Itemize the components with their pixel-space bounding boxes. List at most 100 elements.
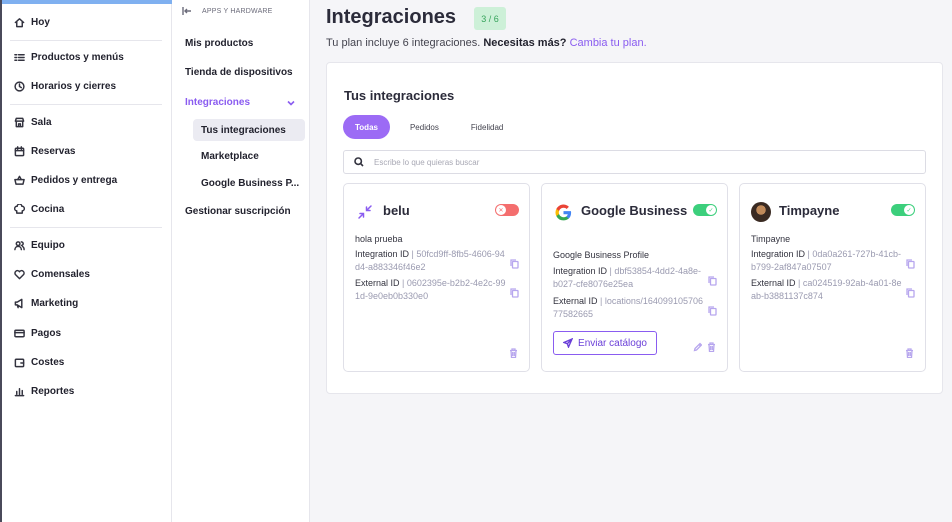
copy-icon[interactable] — [906, 285, 915, 298]
send-catalog-button[interactable]: Enviar catálogo — [553, 331, 657, 355]
sidebar-item-horarios[interactable]: Horarios y cierres — [14, 76, 116, 96]
sidebar-item-costes[interactable]: Costes — [14, 352, 64, 372]
subnav-child-google-business[interactable]: Google Business P... — [193, 172, 305, 194]
sidebar-item-label: Comensales — [31, 268, 90, 280]
subnav-item-gestionar-suscripcion[interactable]: Gestionar suscripción — [185, 206, 291, 217]
subnav-header: APPS Y HARDWARE — [182, 6, 273, 16]
enable-toggle[interactable]: ✓ — [891, 204, 915, 216]
change-plan-link[interactable]: Cambia tu plan. — [570, 37, 647, 49]
credit-card-icon — [14, 329, 25, 337]
search-input[interactable] — [374, 157, 894, 167]
sidebar-item-reportes[interactable]: Reportes — [14, 381, 74, 401]
sidebar-divider — [10, 40, 162, 41]
external-id-label: External ID — [553, 296, 598, 306]
card-title: Timpayne — [779, 203, 840, 218]
tab-todas[interactable]: Todas — [343, 115, 390, 139]
sidebar-item-marketing[interactable]: Marketing — [14, 293, 78, 313]
apps-subnav: APPS Y HARDWARE Mis productos Tienda de … — [172, 0, 310, 522]
quota-badge: 3 / 6 — [474, 7, 506, 30]
sidebar-item-label: Hoy — [31, 16, 50, 28]
search-box — [343, 150, 926, 174]
page-title: Integraciones — [326, 6, 457, 28]
tab-pedidos[interactable]: Pedidos — [398, 115, 451, 139]
clock-icon — [14, 80, 25, 92]
users-icon — [14, 240, 25, 250]
plan-info: Tu plan incluye 6 integraciones. Necesit… — [326, 37, 647, 49]
send-icon — [563, 338, 574, 348]
integration-id-label: Integration ID — [751, 249, 806, 259]
home-icon — [14, 17, 25, 27]
google-logo-icon — [553, 202, 573, 222]
wallet-icon — [14, 358, 25, 367]
collapse-sidebar-icon[interactable] — [182, 6, 192, 16]
copy-icon[interactable] — [708, 273, 717, 286]
enable-toggle[interactable]: ✕ — [495, 204, 519, 216]
integration-card-timpayne: Timpayne ✓ Timpayne Integration ID | 0da… — [739, 183, 926, 372]
external-id-row: External ID | 0602395e-b2b2-4e2c-991d-9e… — [355, 277, 507, 303]
sidebar-item-label: Costes — [31, 356, 65, 368]
integration-id-row: Integration ID | dbf53854-4dd2-4a8e-b027… — [553, 265, 705, 291]
filter-tabs: Todas Pedidos Fidelidad — [343, 115, 523, 139]
sidebar-item-productos[interactable]: Productos y menús — [14, 47, 124, 67]
subnav-header-label: APPS Y HARDWARE — [202, 7, 273, 15]
main-sidebar: Hoy Productos y menús Horarios y cierres… — [0, 0, 172, 522]
trash-icon[interactable] — [509, 345, 518, 359]
integration-id-row: Integration ID | 0da0a261-727b-41cb-b799… — [751, 248, 903, 274]
card-title: Google Business — [581, 203, 688, 218]
avatar — [751, 202, 771, 222]
sidebar-divider — [10, 227, 162, 228]
sidebar-item-label: Sala — [31, 116, 52, 128]
tab-fidelidad[interactable]: Fidelidad — [459, 115, 515, 139]
sidebar-divider — [10, 104, 162, 105]
sidebar-item-pedidos[interactable]: Pedidos y entrega — [14, 170, 117, 190]
search-icon — [354, 157, 364, 167]
timpayne-logo-icon — [751, 202, 771, 222]
sidebar-item-label: Marketing — [31, 297, 79, 309]
copy-icon[interactable] — [510, 285, 519, 298]
subnav-item-tienda[interactable]: Tienda de dispositivos — [185, 67, 293, 78]
plan-text: Tu plan incluye 6 integraciones. — [326, 37, 481, 49]
sidebar-item-label: Productos y menús — [31, 51, 124, 63]
sidebar-item-label: Reportes — [31, 385, 75, 397]
heart-icon — [14, 269, 25, 279]
subnav-item-integraciones[interactable]: Integraciones — [185, 97, 250, 108]
basket-icon — [14, 175, 25, 185]
megaphone-icon — [14, 298, 23, 308]
trash-icon[interactable] — [905, 345, 914, 359]
subnav-item-mis-productos[interactable]: Mis productos — [185, 38, 253, 49]
copy-icon[interactable] — [708, 303, 717, 316]
integration-card-google-business: Google Business ✓ Google Business Profil… — [541, 183, 728, 372]
subnav-child-tus-integraciones[interactable]: Tus integraciones — [193, 119, 305, 141]
sidebar-item-label: Horarios y cierres — [31, 80, 117, 92]
plan-question: Necesitas más? — [483, 37, 567, 49]
sidebar-item-pagos[interactable]: Pagos — [14, 323, 61, 343]
integration-id-row: Integration ID | 50fcd9ff-8fb5-4606-94d4… — [355, 248, 507, 274]
sidebar-item-sala[interactable]: Sala — [14, 112, 52, 132]
copy-icon[interactable] — [906, 256, 915, 269]
trash-icon[interactable] — [707, 339, 716, 353]
chef-hat-icon — [14, 203, 25, 214]
chevron-down-icon[interactable] — [286, 98, 296, 108]
toggle-x-icon: ✕ — [496, 205, 506, 215]
sidebar-item-label: Pagos — [31, 327, 62, 339]
enable-toggle[interactable]: ✓ — [693, 204, 717, 216]
toggle-check-icon: ✓ — [706, 205, 716, 215]
sidebar-item-label: Reservas — [31, 145, 76, 157]
sidebar-item-label: Cocina — [31, 203, 65, 215]
sidebar-item-equipo[interactable]: Equipo — [14, 235, 65, 255]
toggle-check-icon: ✓ — [904, 205, 914, 215]
sidebar-item-comensales[interactable]: Comensales — [14, 264, 90, 284]
sidebar-item-label: Pedidos y entrega — [31, 174, 118, 186]
store-icon — [14, 117, 25, 127]
pencil-icon[interactable] — [693, 339, 703, 352]
sidebar-item-cocina[interactable]: Cocina — [14, 199, 64, 219]
external-id-label: External ID — [751, 278, 796, 288]
external-id-row: External ID | locations/1640991057067758… — [553, 295, 705, 321]
external-id-row: External ID | ca024519-92ab-4a01-8eab-b3… — [751, 277, 903, 303]
sidebar-item-hoy[interactable]: Hoy — [14, 12, 50, 32]
card-description: Google Business Profile — [553, 250, 650, 260]
subnav-child-marketplace[interactable]: Marketplace — [193, 145, 305, 167]
calendar-icon — [14, 145, 25, 156]
copy-icon[interactable] — [510, 256, 519, 269]
sidebar-item-reservas[interactable]: Reservas — [14, 141, 75, 161]
